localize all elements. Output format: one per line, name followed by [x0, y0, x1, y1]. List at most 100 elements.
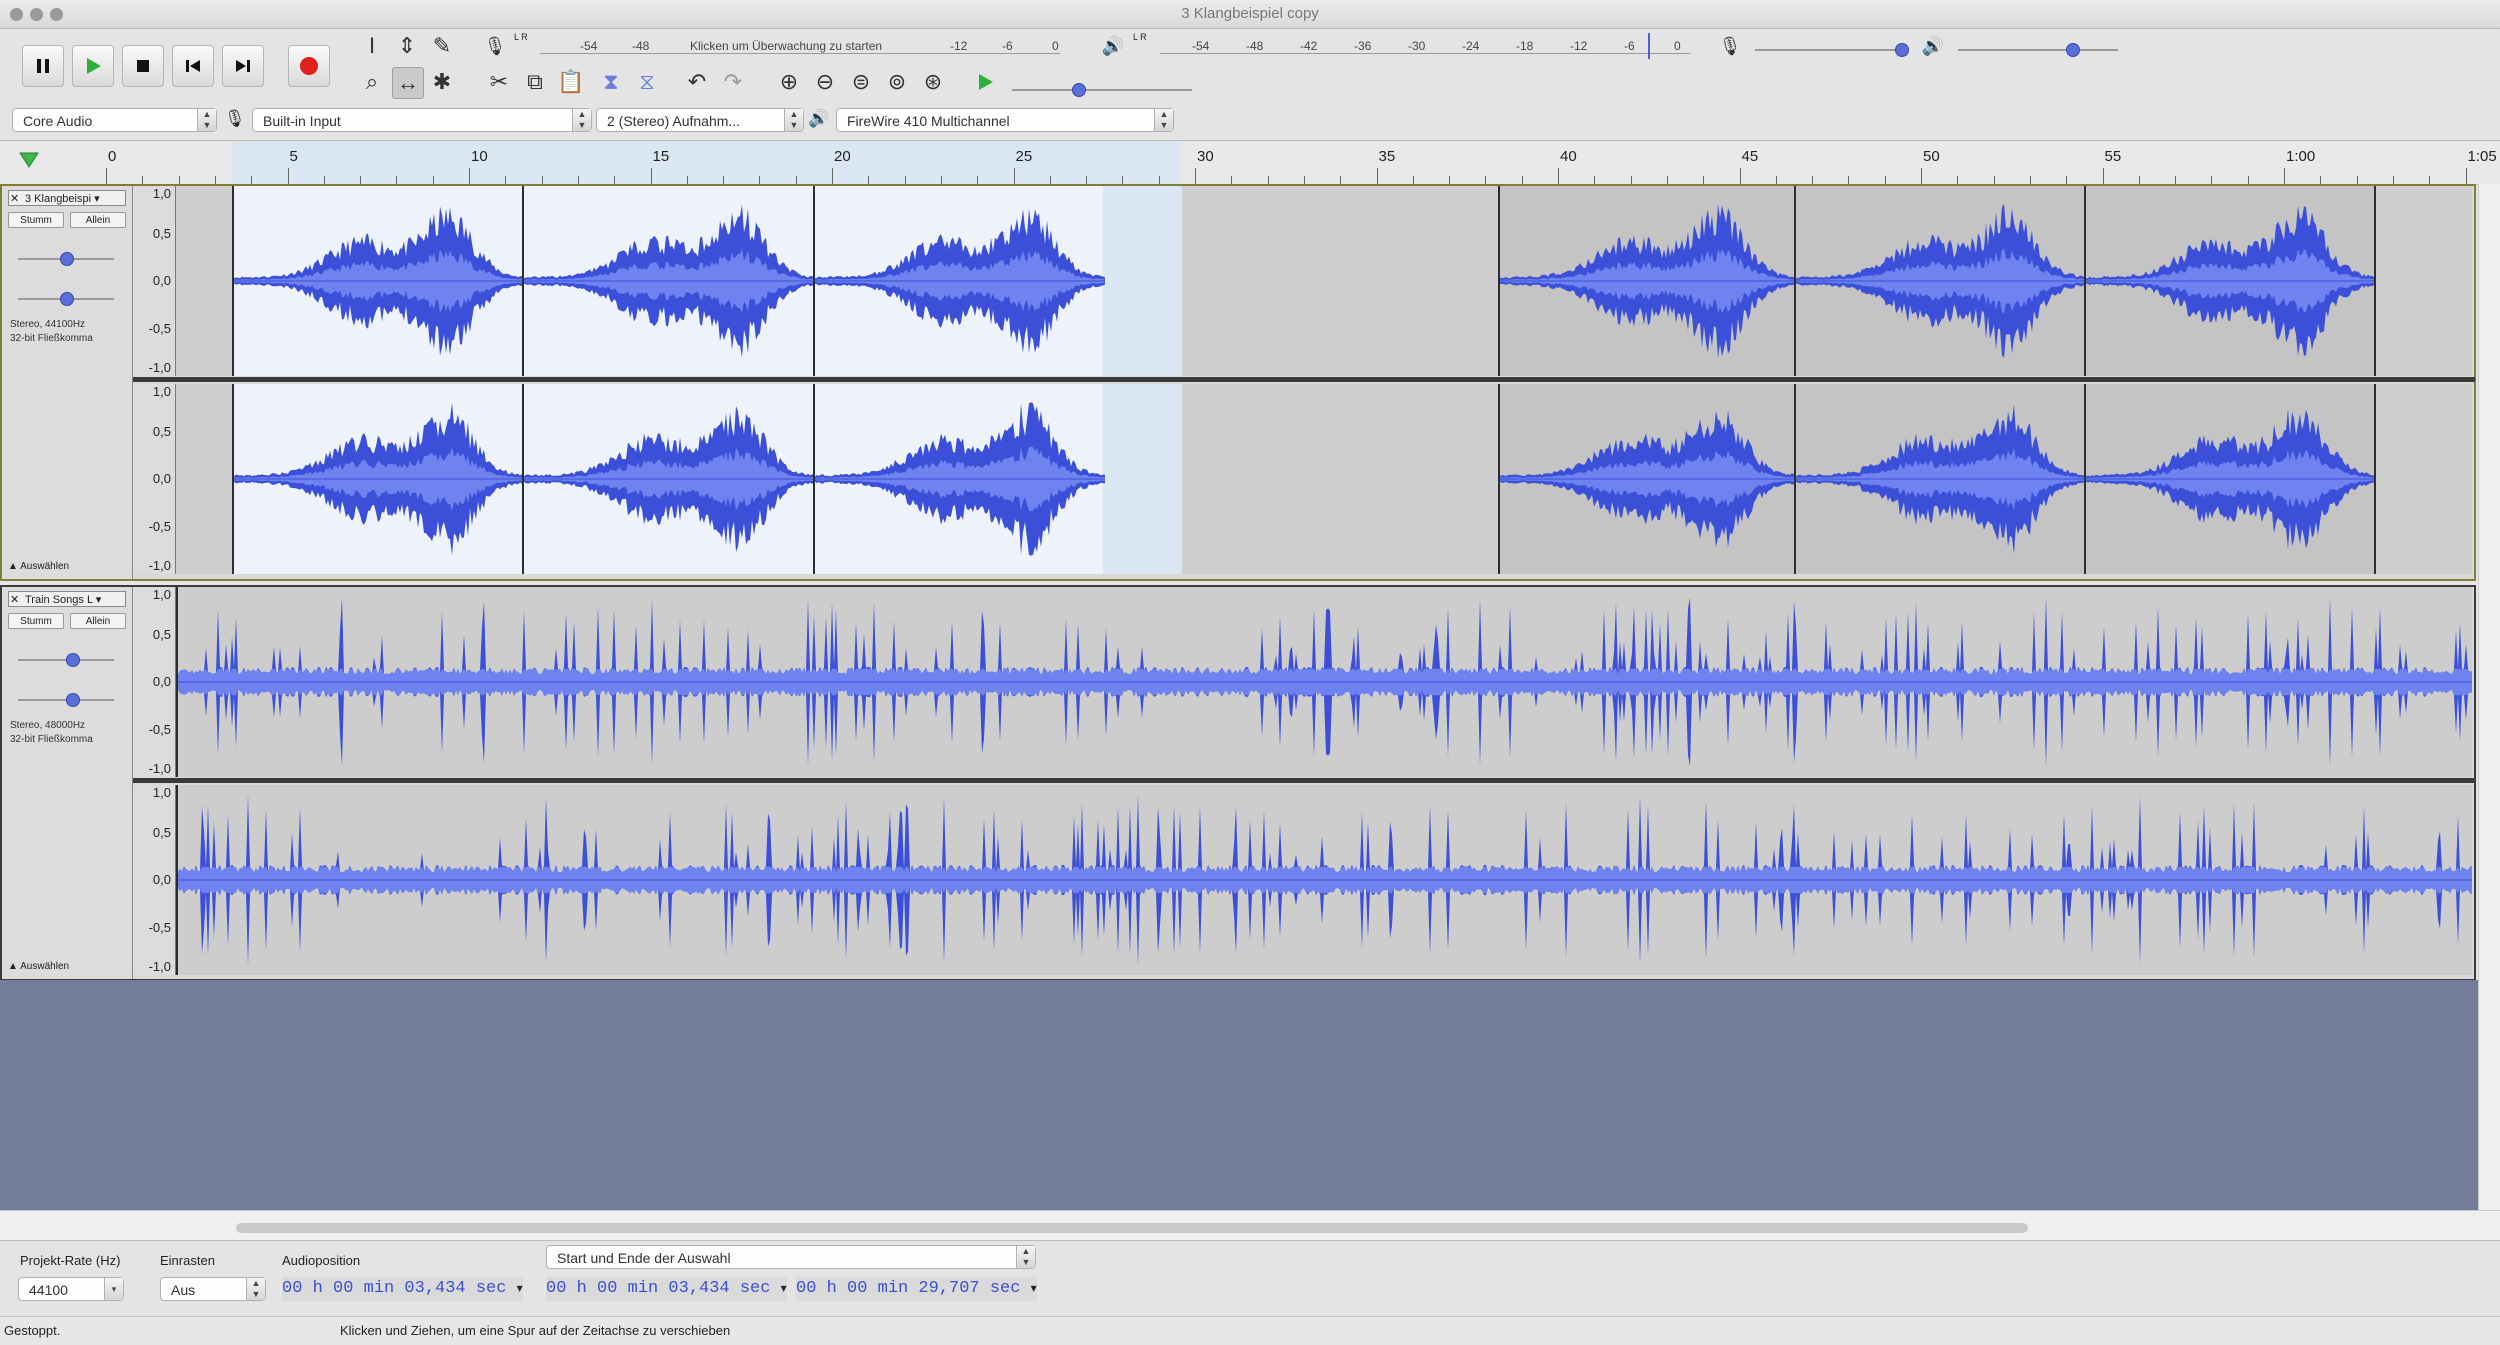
- pan-slider[interactable]: [18, 292, 114, 306]
- track-name-menu[interactable]: ✕ 3 Klangbeispi ▾: [8, 190, 126, 206]
- copy-button[interactable]: ⧉: [520, 67, 550, 97]
- play-head-icon[interactable]: [18, 150, 40, 172]
- audio-clip[interactable]: [813, 384, 1105, 574]
- project-rate-combo[interactable]: 44100 ▾: [18, 1277, 124, 1301]
- waveform[interactable]: [1500, 186, 1796, 376]
- select-track-button[interactable]: ▲ Auswählen: [8, 559, 108, 575]
- selection-end-field[interactable]: 00 h 00 min 29,707 sec ▾: [796, 1277, 1037, 1301]
- zoom-tool[interactable]: ⌕: [357, 67, 387, 97]
- play-speed-slider[interactable]: [1012, 83, 1192, 97]
- solo-button[interactable]: Allein: [70, 212, 126, 228]
- skip-to-start-button[interactable]: [172, 45, 214, 87]
- waveform[interactable]: [2086, 384, 2376, 574]
- redo-button[interactable]: ↷: [718, 67, 748, 97]
- close-icon[interactable]: ✕: [10, 592, 19, 606]
- waveform[interactable]: [234, 384, 524, 574]
- audio-clip[interactable]: [2084, 186, 2376, 376]
- scrollbar-thumb[interactable]: [236, 1223, 2028, 1233]
- record-meter-button[interactable]: 🎙: [480, 31, 510, 61]
- fit-project-button[interactable]: ⊚: [882, 67, 912, 97]
- amplitude-scale[interactable]: 1,0 0,5 0,0 -0,5 -1,0: [133, 587, 176, 777]
- chevron-down-icon[interactable]: ▾: [1031, 1282, 1037, 1296]
- fit-selection-button[interactable]: ⊜: [846, 67, 876, 97]
- output-device-select[interactable]: FireWire 410 Multichannel ▲ ▼: [836, 108, 1174, 132]
- undo-button[interactable]: ↶: [682, 67, 712, 97]
- track-name-menu[interactable]: ✕ Train Songs L ▾: [8, 591, 126, 607]
- stop-button[interactable]: [122, 45, 164, 87]
- zoom-in-button[interactable]: ⊕: [774, 67, 804, 97]
- audio-clip[interactable]: [1794, 186, 2086, 376]
- amplitude-scale[interactable]: 1,0 0,5 0,0 -0,5 -1,0: [133, 384, 176, 574]
- waveform[interactable]: [524, 384, 815, 574]
- trim-button[interactable]: ⧗: [596, 67, 626, 97]
- multi-tool[interactable]: ✱: [427, 67, 457, 97]
- zoom-out-button[interactable]: ⊖: [810, 67, 840, 97]
- play-at-speed-button[interactable]: [970, 67, 1000, 97]
- input-volume-slider[interactable]: [1755, 43, 1909, 57]
- silence-button[interactable]: ⧖: [632, 67, 662, 97]
- audio-clip[interactable]: [232, 384, 524, 574]
- solo-button[interactable]: Allein: [70, 613, 126, 629]
- timeline-ruler[interactable]: 0 5 10 15 20 25 30 35 40 45 50 55 1:00 1:05: [0, 142, 2500, 185]
- close-icon[interactable]: ✕: [10, 191, 19, 205]
- chevron-down-icon[interactable]: ▾: [781, 1282, 787, 1296]
- play-meter[interactable]: -54 -48 -42 -36 -30 -24 -18 -12 -6 0: [1160, 33, 1690, 61]
- waveform[interactable]: [1796, 186, 2086, 376]
- record-button[interactable]: [288, 45, 330, 87]
- gain-slider[interactable]: [18, 252, 114, 266]
- waveform[interactable]: [2086, 186, 2376, 376]
- cut-button[interactable]: ✂: [484, 67, 514, 97]
- channel-lane[interactable]: [176, 785, 2472, 975]
- play-meter-button[interactable]: 🔊: [1098, 31, 1128, 61]
- audio-clip[interactable]: [1498, 384, 1796, 574]
- snap-select[interactable]: Aus ▲ ▼: [160, 1277, 266, 1301]
- selection-tool[interactable]: I: [357, 31, 387, 61]
- waveform[interactable]: [815, 186, 1105, 376]
- audio-clip[interactable]: [2084, 384, 2376, 574]
- time-shift-tool[interactable]: ↔: [392, 67, 424, 99]
- empty-track-area[interactable]: [0, 980, 2478, 1210]
- play-button[interactable]: [72, 45, 114, 87]
- audio-position-field[interactable]: 00 h 00 min 03,434 sec ▾: [282, 1277, 523, 1301]
- envelope-tool[interactable]: ⇕: [392, 31, 422, 61]
- input-device-select[interactable]: Built-in Input ▲ ▼: [252, 108, 592, 132]
- output-volume-slider[interactable]: [1958, 43, 2118, 57]
- channel-lane[interactable]: [176, 384, 2472, 574]
- input-channels-select[interactable]: 2 (Stereo) Aufnahm... ▲ ▼: [596, 108, 804, 132]
- mute-button[interactable]: Stumm: [8, 212, 64, 228]
- audio-clip[interactable]: [522, 384, 815, 574]
- vertical-scrollbar[interactable]: [2478, 184, 2500, 1210]
- zoom-toggle-button[interactable]: ⊛: [918, 67, 948, 97]
- channel-lane[interactable]: [176, 186, 2472, 376]
- waveform[interactable]: [178, 587, 2472, 777]
- skip-to-end-button[interactable]: [222, 45, 264, 87]
- audio-track[interactable]: ✕ Train Songs L ▾ Stumm Allein Stereo, 4…: [0, 585, 2476, 981]
- waveform[interactable]: [815, 384, 1105, 574]
- audio-clip[interactable]: [522, 186, 815, 376]
- horizontal-scrollbar[interactable]: [0, 1210, 2500, 1241]
- amplitude-scale[interactable]: 1,0 0,5 0,0 -0,5 -1,0: [133, 186, 176, 376]
- audio-clip[interactable]: [176, 587, 2472, 777]
- waveform[interactable]: [1796, 384, 2086, 574]
- selection-start-field[interactable]: 00 h 00 min 03,434 sec ▾: [546, 1277, 787, 1301]
- draw-tool[interactable]: ✎: [427, 31, 457, 61]
- pause-button[interactable]: [22, 45, 64, 87]
- channel-lane[interactable]: [176, 587, 2472, 777]
- audio-clip[interactable]: [1498, 186, 1796, 376]
- select-track-button[interactable]: ▲ Auswählen: [8, 959, 108, 975]
- mute-button[interactable]: Stumm: [8, 613, 64, 629]
- audio-clip[interactable]: [1794, 384, 2086, 574]
- audio-clip[interactable]: [176, 785, 2472, 975]
- audio-clip[interactable]: [813, 186, 1105, 376]
- pan-slider[interactable]: [18, 693, 114, 707]
- chevron-down-icon[interactable]: ▾: [517, 1282, 523, 1296]
- waveform[interactable]: [524, 186, 815, 376]
- audio-track[interactable]: ✕ 3 Klangbeispi ▾ Stumm Allein Stereo, 4…: [0, 184, 2476, 581]
- gain-slider[interactable]: [18, 653, 114, 667]
- amplitude-scale[interactable]: 1,0 0,5 0,0 -0,5 -1,0: [133, 785, 176, 975]
- waveform[interactable]: [178, 785, 2472, 975]
- record-meter[interactable]: -54 -48 Klicken um Überwachung zu starte…: [540, 33, 1060, 61]
- selection-mode-select[interactable]: Start und Ende der Auswahl ▲ ▼: [546, 1245, 1036, 1269]
- audio-clip[interactable]: [232, 186, 524, 376]
- waveform[interactable]: [1500, 384, 1796, 574]
